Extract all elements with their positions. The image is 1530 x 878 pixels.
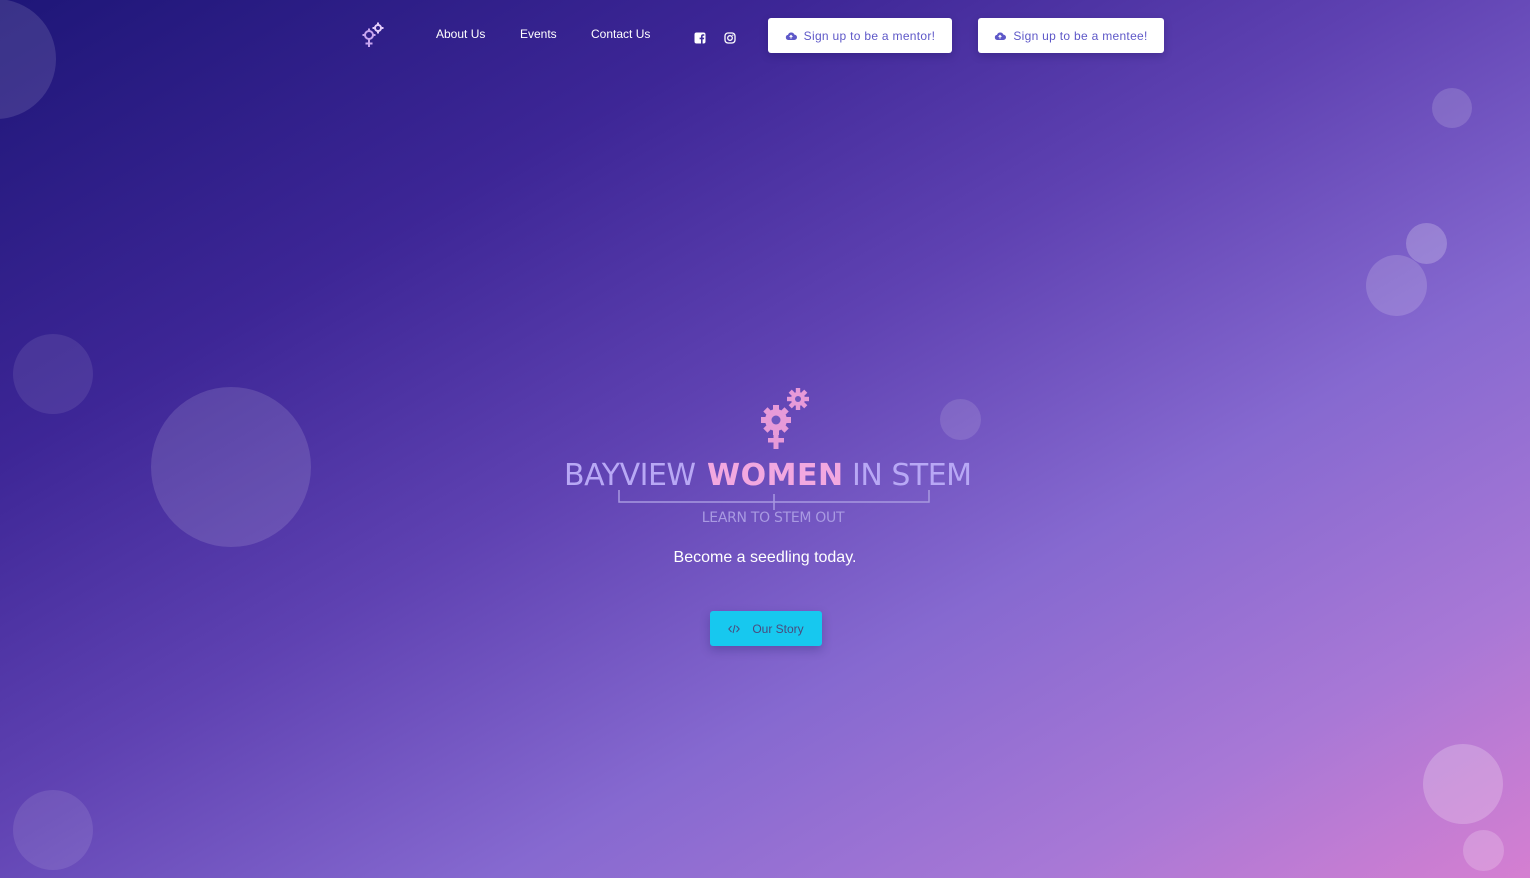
nav-link-about-us[interactable]: About Us — [436, 27, 485, 41]
cloud-upload-icon — [785, 31, 797, 40]
logo-tagline: LEARN TO STEM OUT — [701, 510, 845, 526]
hero-logo: BAYVIEW WOMEN IN STEM LEARN TO STEM OUT — [560, 384, 980, 534]
mentor-signup-label: Sign up to be a mentor! — [803, 28, 936, 43]
nav-link-events[interactable]: Events — [520, 27, 557, 41]
decorative-bubble — [1432, 88, 1472, 128]
decorative-bubble — [1366, 255, 1427, 316]
mentee-signup-label: Sign up to be a mentee! — [1013, 28, 1148, 43]
cloud-upload-icon — [995, 31, 1007, 40]
mentee-signup-button[interactable]: Sign up to be a mentee! — [978, 18, 1164, 53]
our-story-button[interactable]: Our Story — [710, 611, 822, 646]
decorative-bubble — [13, 334, 93, 414]
instagram-icon[interactable] — [724, 29, 736, 44]
female-gear-icon — [761, 388, 809, 449]
decorative-bubble — [151, 387, 311, 547]
decorative-bubble — [1406, 223, 1447, 264]
facebook-icon[interactable] — [694, 29, 706, 44]
top-navbar: About Us Events Contact Us Sign up to be… — [0, 0, 1530, 72]
our-story-label: Our Story — [752, 621, 804, 636]
nav-link-contact-us[interactable]: Contact Us — [591, 27, 650, 41]
brand-logo-icon[interactable] — [359, 21, 385, 49]
mentor-signup-button[interactable]: Sign up to be a mentor! — [768, 18, 952, 53]
decorative-bubble — [13, 790, 93, 870]
logo-bracket — [618, 490, 930, 510]
hero-subtitle: Become a seedling today. — [673, 549, 857, 566]
decorative-bubble — [1423, 744, 1503, 824]
decorative-bubble — [1463, 830, 1504, 871]
code-icon — [728, 624, 741, 633]
